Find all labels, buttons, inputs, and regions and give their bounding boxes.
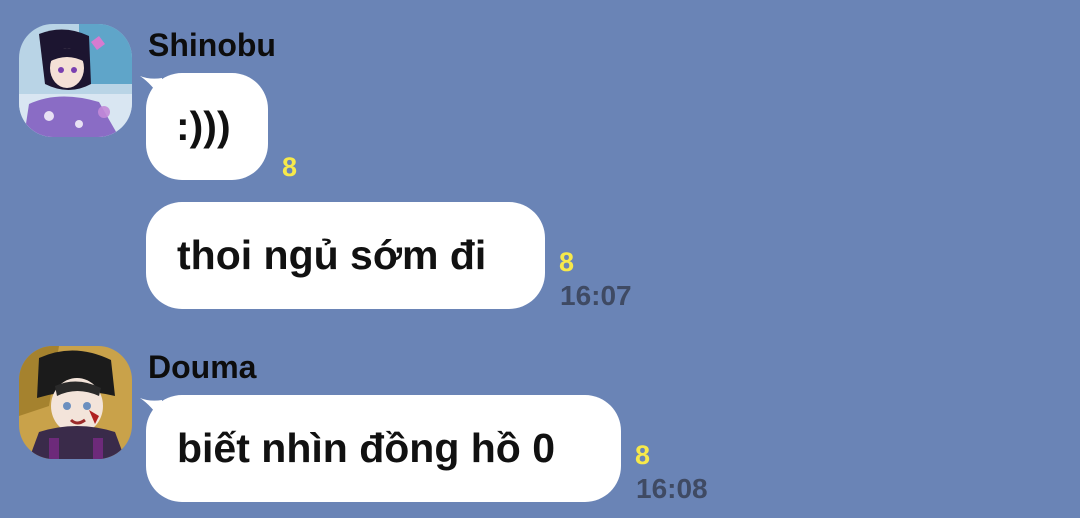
read-count: 8 bbox=[635, 440, 651, 470]
avatar-douma[interactable] bbox=[19, 346, 132, 459]
sender-name-douma: Douma bbox=[148, 349, 257, 385]
message-timestamp: 16:07 bbox=[560, 280, 632, 311]
avatar-douma-image bbox=[19, 346, 132, 459]
message-text: thoi ngủ sớm đi bbox=[177, 232, 487, 278]
message-bubble[interactable]: thoi ngủ sớm đi bbox=[146, 202, 545, 309]
message-timestamp: 16:08 bbox=[636, 473, 708, 504]
message-text: biết nhìn đồng hồ 0 bbox=[177, 425, 556, 471]
message-text: :))) bbox=[176, 103, 231, 149]
sender-name-shinobu: Shinobu bbox=[148, 27, 276, 63]
message-bubble[interactable]: :))) bbox=[146, 73, 268, 180]
message-bubble[interactable]: biết nhìn đồng hồ 0 bbox=[146, 395, 621, 502]
avatar-shinobu[interactable] bbox=[19, 24, 132, 137]
read-count: 8 bbox=[559, 247, 575, 277]
read-count: 8 bbox=[282, 152, 298, 182]
avatar-shinobu-image bbox=[19, 24, 132, 137]
